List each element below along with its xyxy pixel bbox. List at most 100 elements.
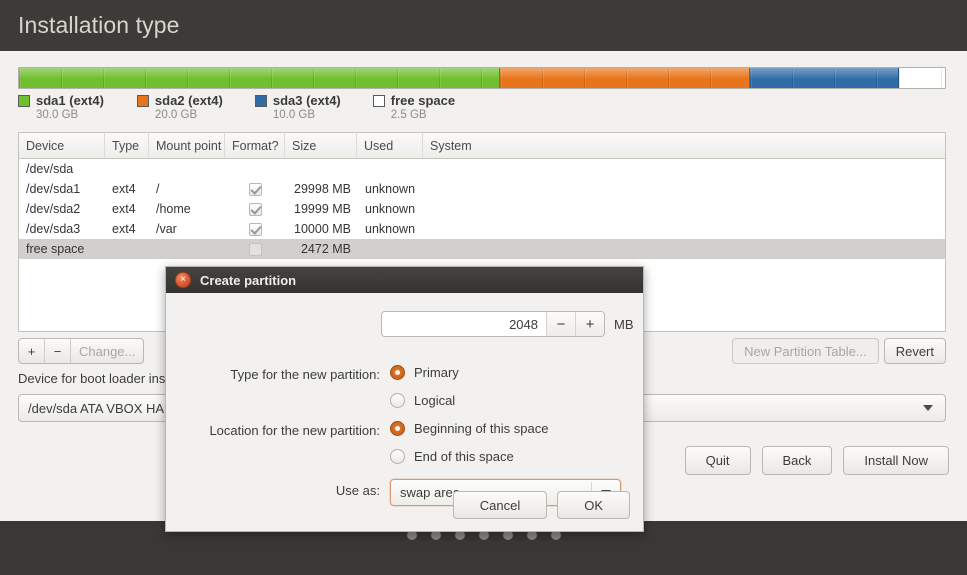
cell-format [225,202,285,216]
table-row[interactable]: free space 2472 MB [19,239,945,259]
cell-size: 2472 MB [300,242,351,256]
size-controls: 2048 − + MB [381,311,634,337]
use-as-label: Use as: [335,483,380,498]
legend-color-swatch [136,94,149,107]
cell-format [225,242,285,256]
legend-item: free space 2.5 GB [372,93,456,121]
partition-location-label: Location for the new partition: [209,423,380,438]
cell-device: /dev/sda1 [26,182,81,196]
format-checkbox[interactable] [248,222,262,236]
cell-mount: / [156,182,160,196]
column-header-used[interactable]: Used [357,133,423,158]
type-option-primary[interactable]: Primary [390,365,459,380]
size-increment-button[interactable]: + [575,312,604,336]
legend-label: sda2 (ext4) [154,93,223,108]
legend-size: 30.0 GB [36,109,79,121]
cell-format [225,222,285,236]
dialog-body: Size: 2048 − + MB Type for the new parti… [166,293,643,532]
column-header-system[interactable]: System [423,133,543,158]
cancel-button[interactable]: Cancel [452,491,548,519]
partition-segment-sda2 [499,68,751,88]
partition-type-label: Type for the new partition: [230,367,380,382]
cell-used: unknown [365,222,416,236]
cell-type: ext4 [112,222,136,236]
legend-color-swatch [254,94,267,107]
location-option-beginning[interactable]: Beginning of this space [390,421,548,436]
close-icon[interactable]: × [175,272,191,288]
legend-size: 10.0 GB [272,109,316,121]
cell-type: ext4 [112,202,136,216]
cell-mount: /var [156,222,177,236]
cell-mount: /home [156,202,191,216]
create-partition-dialog: × Create partition Size: 2048 − + MB Typ… [165,266,644,532]
legend-label: sda3 (ext4) [272,93,341,108]
partition-usage-bar [18,67,946,89]
column-header-type[interactable]: Type [105,133,149,158]
column-header-device[interactable]: Device [19,133,105,158]
partition-table-actions: New Partition Table... Revert [732,338,946,364]
remove-partition-button[interactable]: − [45,339,71,363]
segment-gloss [499,68,750,78]
ok-button[interactable]: OK [557,491,630,519]
chevron-down-icon [923,405,933,411]
format-checkbox[interactable] [248,202,262,216]
cell-device: /dev/sda2 [26,202,81,216]
location-row-label: Location for the new partition: [166,423,380,438]
column-header-size[interactable]: Size [285,133,357,158]
size-stepper[interactable]: 2048 − + [381,311,605,337]
column-header-mount[interactable]: Mount point [149,133,225,158]
radio-end-of-space[interactable] [390,449,405,464]
format-checkbox[interactable] [248,242,262,256]
cell-format [225,182,285,196]
partition-segment-free-space [898,68,945,88]
cell-used: unknown [365,202,416,216]
partition-segment-sda3 [750,68,899,88]
table-row[interactable]: /dev/sda1 ext4 / 29998 MB unknown [19,179,945,199]
legend-size: 2.5 GB [390,109,427,121]
column-header-format[interactable]: Format? [225,133,285,158]
table-row[interactable]: /dev/sda2 ext4/home 19999 MB unknown [19,199,945,219]
legend-item: sda1 (ext4) 30.0 GB [18,93,104,121]
revert-button[interactable]: Revert [883,338,946,364]
size-unit-label: MB [614,316,634,332]
radio-primary-label: Primary [414,365,459,380]
table-row[interactable]: /dev/sda3 ext4/var 10000 MB unknown [19,219,945,239]
cell-device: /dev/sda [26,162,74,176]
legend-color-swatch [372,94,385,107]
install-now-button[interactable]: Install Now [843,446,949,475]
type-row-label: Type for the new partition: [166,367,380,382]
cell-used: unknown [365,182,416,196]
cell-size: 10000 MB [294,222,351,236]
partition-legend: sda1 (ext4) 30.0 GB sda2 (ext4) 20.0 GB sda3… [18,93,455,121]
legend-label: sda1 (ext4) [36,93,104,108]
cell-size: 19999 MB [294,202,351,216]
use-as-value: swap area [400,485,460,500]
table-row[interactable]: /dev/sda [19,159,945,179]
dialog-title: Create partition [200,272,297,288]
radio-logical[interactable] [390,393,405,408]
radio-logical-label: Logical [414,393,456,408]
legend-color-swatch [18,94,30,107]
dialog-titlebar: × Create partition [166,267,643,293]
size-input[interactable]: 2048 [382,312,546,336]
add-partition-button[interactable]: + [19,339,45,363]
cell-type: ext4 [112,182,136,196]
format-checkbox[interactable] [248,182,262,196]
page-title: Installation type [18,12,180,38]
change-partition-button[interactable]: Change... [71,339,143,363]
back-button[interactable]: Back [761,446,833,475]
size-decrement-button[interactable]: − [546,312,575,336]
radio-primary[interactable] [390,365,405,380]
cell-size: 29998 MB [294,182,351,196]
radio-beginning-of-space[interactable] [390,421,405,436]
new-partition-table-button[interactable]: New Partition Table... [732,338,879,364]
dialog-buttons: Cancel OK [452,491,630,519]
legend-size: 20.0 GB [154,109,198,121]
quit-button[interactable]: Quit [684,446,751,475]
radio-end-label: End of this space [414,449,514,464]
location-option-end[interactable]: End of this space [390,449,514,464]
table-body: /dev/sda/dev/sda1 ext4 / 29998 MB unknown/de… [19,159,945,259]
type-option-logical[interactable]: Logical [390,393,455,408]
legend-label: free space [390,93,456,108]
segment-gloss [898,68,945,78]
